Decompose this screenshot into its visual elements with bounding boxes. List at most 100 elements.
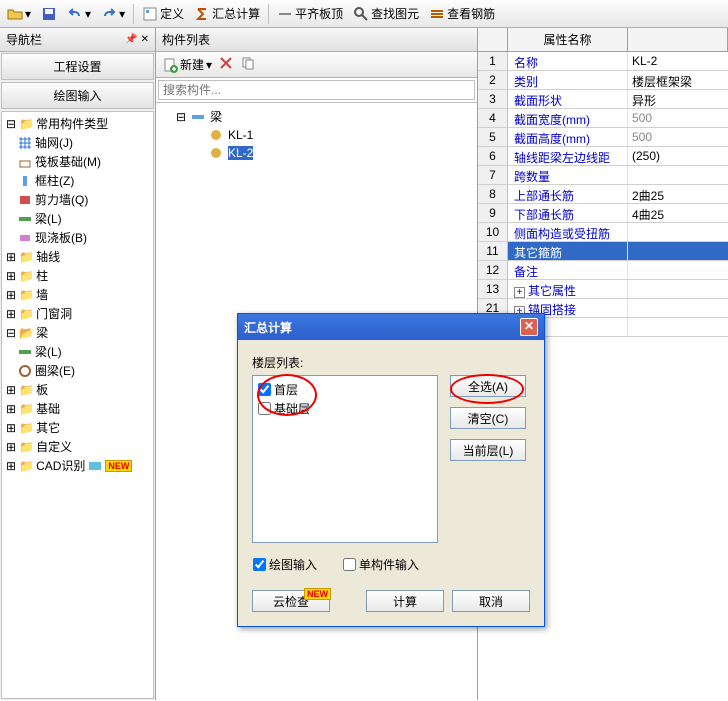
single-input-option[interactable]: 单构件输入	[342, 555, 420, 574]
prop-row-val[interactable]: 2曲25	[628, 185, 728, 203]
tree-node-common[interactable]: ⊟📁常用构件类型	[4, 114, 151, 133]
tree-node-cad[interactable]: ⊞📁CAD识别 NEW	[4, 456, 151, 475]
prop-row[interactable]: 9下部通长筋4曲25	[478, 204, 728, 223]
tree-node-ring-beam[interactable]: 圈梁(E)	[4, 361, 151, 380]
delete-button[interactable]	[218, 55, 234, 74]
prop-row-name: 其它箍筋	[508, 242, 628, 260]
prop-row-name: 截面形状	[508, 90, 628, 108]
tree-node-wall-grp[interactable]: ⊞📁墙	[4, 285, 151, 304]
tree-node-foundation-grp[interactable]: ⊞📁基础	[4, 399, 151, 418]
prop-row-num: 12	[478, 261, 508, 279]
copy-button[interactable]	[240, 55, 256, 74]
tree-node-beam-grp[interactable]: ⊟📂梁	[4, 323, 151, 342]
pin-icon[interactable]: 📌 ✕	[125, 34, 149, 45]
prop-row[interactable]: 3截面形状异形	[478, 90, 728, 109]
floor-item-first[interactable]: 首层	[257, 380, 433, 399]
tree-node-axis-grp[interactable]: ⊞📁轴线	[4, 247, 151, 266]
tree-node-col-grp[interactable]: ⊞📁柱	[4, 266, 151, 285]
tree-node-beam[interactable]: 梁(L)	[4, 209, 151, 228]
align-board-button[interactable]: 平齐板顶	[273, 3, 347, 24]
prop-row-num: 11	[478, 242, 508, 260]
prop-row-val[interactable]	[628, 299, 728, 317]
tree-node-slab[interactable]: 现浇板(B)	[4, 228, 151, 247]
floor-item-foundation[interactable]: 基础层	[257, 399, 433, 418]
prop-row-name: +其它属性	[508, 280, 628, 298]
prop-row[interactable]: 1名称KL-2	[478, 52, 728, 71]
tree-node-other-grp[interactable]: ⊞📁其它	[4, 418, 151, 437]
prop-row[interactable]: 6轴线距梁左边线距(250)	[478, 147, 728, 166]
clear-button[interactable]: 清空(C)	[450, 407, 526, 429]
prop-row-val[interactable]: (250)	[628, 147, 728, 165]
single-input-checkbox[interactable]	[343, 558, 356, 571]
folder-open-icon: 📂	[19, 326, 33, 340]
prop-row[interactable]: 7跨数量	[478, 166, 728, 185]
prop-row-name: 名称	[508, 52, 628, 70]
tree-node-raft[interactable]: 筏板基础(M)	[4, 152, 151, 171]
new-component-button[interactable]: 新建 ▾	[162, 56, 212, 73]
undo-button[interactable]: ▾	[63, 4, 95, 24]
prop-row[interactable]: 2类别楼层框架梁	[478, 71, 728, 90]
prop-row[interactable]: 13+其它属性	[478, 280, 728, 299]
prop-row-num: 6	[478, 147, 508, 165]
prop-row-name: 跨数量	[508, 166, 628, 184]
floor-first-checkbox[interactable]	[258, 383, 271, 396]
nav-section-project[interactable]: 工程设置	[1, 53, 154, 80]
prop-row-val[interactable]: 4曲25	[628, 204, 728, 222]
prop-row[interactable]: 4截面宽度(mm)500	[478, 109, 728, 128]
comp-tree-root[interactable]: ⊟梁	[160, 107, 473, 126]
tree-node-custom-grp[interactable]: ⊞📁自定义	[4, 437, 151, 456]
tree-node-opening-grp[interactable]: ⊞📁门窗洞	[4, 304, 151, 323]
define-button[interactable]: 定义	[138, 3, 188, 24]
prop-row-val[interactable]	[628, 318, 728, 336]
prop-row-val[interactable]: 500	[628, 128, 728, 146]
prop-row-num: 3	[478, 90, 508, 108]
tree-node-shearwall[interactable]: 剪力墙(Q)	[4, 190, 151, 209]
cancel-button[interactable]: 取消	[452, 590, 530, 612]
folder-icon: 📁	[19, 383, 33, 397]
nav-section-draw[interactable]: 绘图输入	[1, 82, 154, 109]
prop-row[interactable]: 8上部通长筋2曲25	[478, 185, 728, 204]
select-all-button[interactable]: 全选(A)	[450, 375, 526, 397]
tree-node-axis[interactable]: 轴网(J)	[4, 133, 151, 152]
prop-row-val[interactable]	[628, 261, 728, 279]
prop-row[interactable]: 10侧面构造或受扭筋	[478, 223, 728, 242]
prop-row-num: 7	[478, 166, 508, 184]
prop-row-val[interactable]	[628, 280, 728, 298]
prop-row-val[interactable]	[628, 166, 728, 184]
open-button[interactable]: ▾	[3, 4, 35, 24]
folder-icon: 📁	[19, 288, 33, 302]
prop-row-val[interactable]: 楼层框架梁	[628, 71, 728, 89]
prop-row-val[interactable]: 500	[628, 109, 728, 127]
save-button[interactable]	[37, 4, 61, 24]
prop-row-name: 侧面构造或受扭筋	[508, 223, 628, 241]
prop-row-val[interactable]: 异形	[628, 90, 728, 108]
tree-node-board-grp[interactable]: ⊞📁板	[4, 380, 151, 399]
prop-row-val[interactable]	[628, 242, 728, 260]
tree-node-beam-l[interactable]: 梁(L)	[4, 342, 151, 361]
redo-button[interactable]: ▾	[97, 4, 129, 24]
prop-row[interactable]: 11其它箍筋	[478, 242, 728, 261]
sigma-icon	[194, 6, 210, 22]
prop-row[interactable]: 5截面高度(mm)500	[478, 128, 728, 147]
search-input[interactable]	[158, 80, 475, 100]
dialog-title-text: 汇总计算	[244, 319, 292, 336]
draw-input-option[interactable]: 绘图输入	[252, 555, 318, 574]
comp-item-kl1[interactable]: KL-1	[160, 126, 473, 144]
prop-row-val[interactable]	[628, 223, 728, 241]
tree-node-frame-col[interactable]: 框柱(Z)	[4, 171, 151, 190]
dialog-titlebar[interactable]: 汇总计算 ✕	[238, 314, 544, 340]
current-floor-button[interactable]: 当前层(L)	[450, 439, 526, 461]
prop-row-val[interactable]: KL-2	[628, 52, 728, 70]
prop-row[interactable]: 12备注	[478, 261, 728, 280]
view-rebar-button[interactable]: 查看钢筋	[425, 3, 499, 24]
sum-calc-button[interactable]: 汇总计算	[190, 3, 264, 24]
floor-list-label: 楼层列表:	[252, 354, 530, 371]
dialog-close-button[interactable]: ✕	[520, 318, 538, 336]
find-elem-button[interactable]: 查找图元	[349, 3, 423, 24]
calc-button[interactable]: 计算	[366, 590, 444, 612]
cloud-check-button[interactable]: 云检查NEW	[252, 590, 330, 612]
comp-item-kl2[interactable]: KL-2	[160, 144, 473, 162]
folder-icon: 📁	[19, 250, 33, 264]
floor-foundation-checkbox[interactable]	[258, 402, 271, 415]
draw-input-checkbox[interactable]	[253, 558, 266, 571]
